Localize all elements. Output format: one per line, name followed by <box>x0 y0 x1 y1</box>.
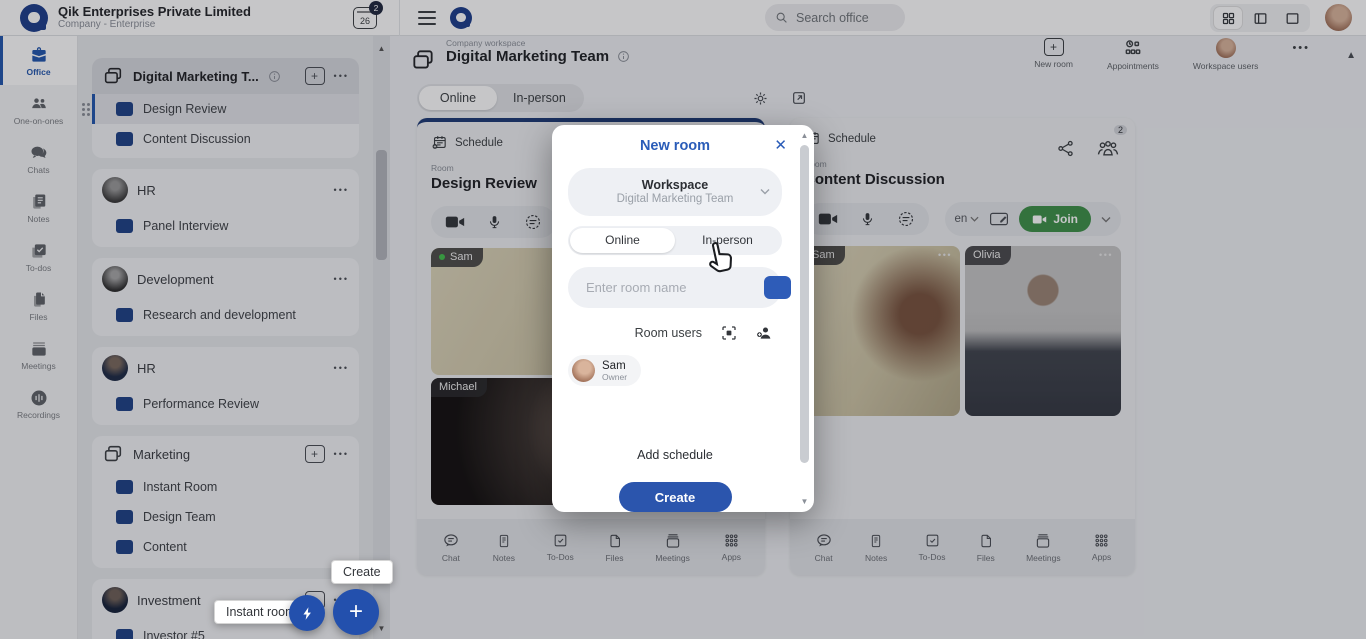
instant-room-fab[interactable] <box>289 595 325 631</box>
room-name-input[interactable] <box>584 279 764 296</box>
owner-avatar <box>572 359 595 382</box>
owner-chip: Sam Owner <box>568 355 641 386</box>
room-color-swatch[interactable] <box>764 276 791 299</box>
modal-title: New room <box>568 138 782 154</box>
workspace-select-value: Digital Marketing Team <box>617 193 734 205</box>
create-fab[interactable]: + <box>333 589 379 635</box>
hand-cursor-icon <box>698 234 743 279</box>
modal-room-mode-tabs: Online In-person <box>568 226 782 255</box>
modal-tab-online[interactable]: Online <box>570 228 675 253</box>
add-user-icon[interactable] <box>754 324 774 342</box>
scroll-down-icon[interactable]: ▼ <box>798 497 811 506</box>
scan-user-icon[interactable] <box>720 324 738 342</box>
close-icon[interactable]: ✕ <box>774 136 787 154</box>
app-root: Qik Enterprises Private Limited Company … <box>0 0 1366 639</box>
modal-scrollbar[interactable]: ▲ ▼ <box>798 129 811 508</box>
owner-role: Owner <box>602 372 627 382</box>
chevron-down-icon <box>760 188 770 195</box>
room-users-label: Room users <box>635 326 702 340</box>
room-name-field[interactable] <box>568 267 782 309</box>
scrollbar-thumb[interactable] <box>800 145 809 463</box>
room-users-row: Room users <box>568 324 782 342</box>
lightning-icon <box>300 606 315 621</box>
workspace-select-label: Workspace <box>642 178 708 192</box>
plus-icon: + <box>349 598 363 626</box>
create-button[interactable]: Create <box>619 482 732 512</box>
scroll-up-icon[interactable]: ▲ <box>798 131 811 140</box>
owner-name: Sam <box>602 360 627 372</box>
create-tooltip: Create <box>331 560 393 584</box>
new-room-modal: ✕ New room Workspace Digital Marketing T… <box>552 125 814 512</box>
workspace-select[interactable]: Workspace Digital Marketing Team <box>568 168 782 216</box>
add-schedule-link[interactable]: Add schedule <box>568 448 782 462</box>
